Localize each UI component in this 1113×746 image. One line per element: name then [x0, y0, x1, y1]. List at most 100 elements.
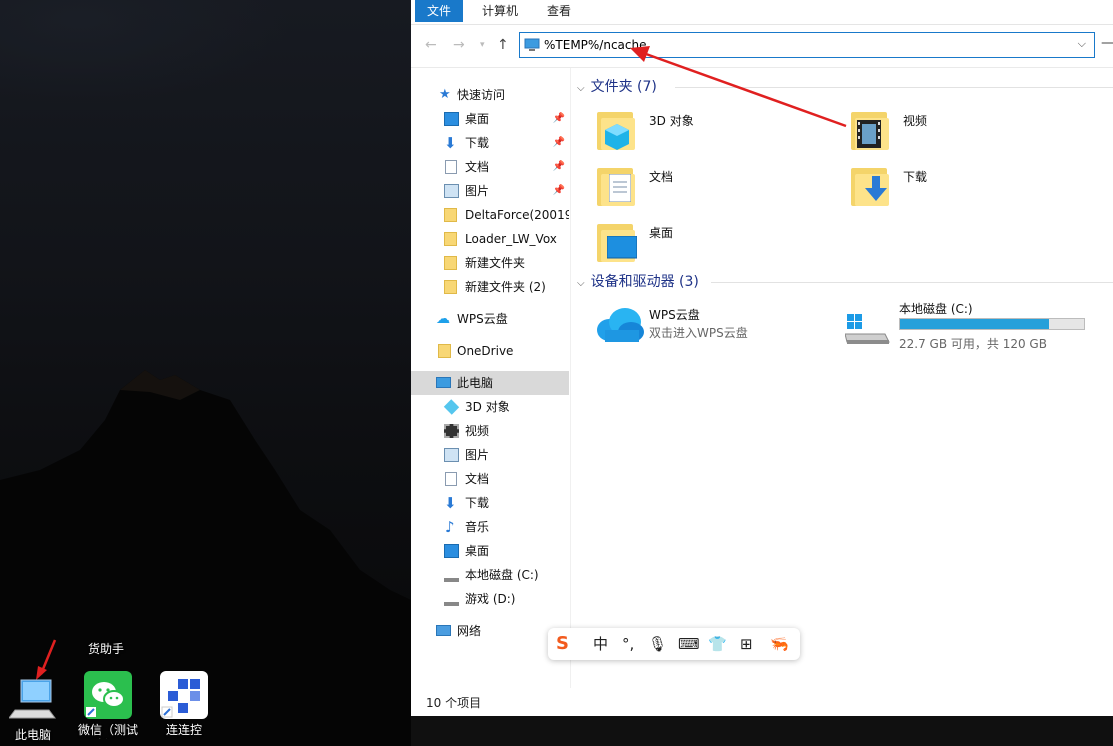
nav-network[interactable]: 网络 [411, 619, 569, 643]
lianliankong-icon [160, 671, 208, 719]
device-tile-disk-c[interactable]: 本地磁盘 (C:) 22.7 GB 可用，共 120 GB [837, 300, 1107, 351]
microphone-icon[interactable]: 🎙 [648, 634, 667, 654]
desktop-helper-text: 货助手 [88, 642, 125, 656]
nav-label: WPS云盘 [457, 312, 508, 326]
nav-onedrive[interactable]: OneDrive [411, 339, 569, 363]
nav-quick-loader[interactable]: Loader_LW_Vox [411, 227, 569, 251]
tab-computer[interactable]: 计算机 [470, 0, 530, 22]
nav-label: 音乐 [465, 520, 490, 534]
desktop-icon-label: 微信（测试版） [77, 723, 138, 739]
desktop-icon-lianliankong[interactable]: 连连控 [147, 671, 221, 738]
folder-documents-icon [597, 162, 635, 208]
folder-icon [438, 344, 451, 358]
content-pane: ⌵ 文件夹 (7) 3D 对象 视频 文档 下载 桌面 ⌵ 设备和驱动器 (3)… [571, 68, 1113, 688]
back-arrow-icon[interactable]: ← [425, 37, 437, 53]
disk-usage-bar [899, 318, 1085, 330]
taskbar [411, 716, 1113, 746]
desktop-icon-this-pc[interactable]: 此电脑 [0, 676, 70, 743]
nav-label: 3D 对象 [465, 400, 510, 414]
film-icon [444, 424, 459, 438]
tile-label: 下载 [903, 170, 928, 184]
skin-icon[interactable]: 🦐 [770, 634, 789, 654]
ime-chinese-mode[interactable]: 中 [593, 634, 608, 654]
nav-label: 桌面 [465, 112, 490, 126]
nav-label: DeltaForce(20019 [465, 208, 569, 222]
nav-pc-3d[interactable]: 3D 对象 [411, 395, 569, 419]
ime-punctuation-icon[interactable]: °, [622, 634, 634, 654]
tile-label: 视频 [903, 114, 928, 128]
pin-icon[interactable]: 📌 [553, 107, 565, 131]
tile-label: WPS云盘 [649, 308, 700, 322]
tile-label: 文档 [649, 170, 674, 184]
devices-group-header[interactable]: ⌵ 设备和驱动器 (3) [577, 271, 699, 293]
folder-icon [444, 256, 457, 270]
wps-cloud-icon [597, 308, 644, 342]
nav-label: OneDrive [457, 344, 514, 358]
nav-label: 游戏 (D:) [465, 592, 516, 606]
nav-quick-pictures[interactable]: 图片 📌 [411, 179, 569, 203]
cloud-icon: ☁ [436, 311, 450, 327]
nav-pc-music[interactable]: ♪ 音乐 [411, 515, 569, 539]
nav-pc-downloads[interactable]: ⬇ 下载 [411, 491, 569, 515]
nav-label: 新建文件夹 (2) [465, 280, 546, 294]
refresh-icon[interactable]: — [1101, 35, 1113, 51]
tab-view[interactable]: 查看 [535, 0, 583, 22]
folder-tile-downloads[interactable]: 下载 [831, 160, 1081, 210]
desktop-icon [444, 544, 459, 558]
nav-label: 视频 [465, 424, 490, 438]
windows-drive-icon [845, 314, 890, 344]
nav-label: 图片 [465, 184, 490, 198]
nav-quick-deltaforce[interactable]: DeltaForce(20019 [411, 203, 569, 227]
nav-pc-videos[interactable]: 视频 [411, 419, 569, 443]
navigation-pane: ★ 快速访问 桌面 📌 ⬇ 下载 📌 文档 📌 图片 📌 DeltaForce(… [411, 68, 569, 688]
group-title: 设备和驱动器 (3) [590, 274, 699, 290]
folder-tile-documents[interactable]: 文档 [577, 160, 827, 210]
up-arrow-icon[interactable]: ↑ [497, 37, 509, 53]
nav-pc-documents[interactable]: 文档 [411, 467, 569, 491]
download-arrow-icon: ⬇ [444, 494, 457, 512]
device-tile-wps[interactable]: WPS云盘 双击进入WPS云盘 [577, 302, 827, 352]
music-note-icon: ♪ [445, 518, 455, 536]
nav-label: 快速访问 [457, 88, 506, 102]
folder-tile-desktop[interactable]: 桌面 [577, 216, 827, 266]
pin-icon[interactable]: 📌 [553, 131, 565, 155]
folder-icon [444, 208, 457, 222]
folder-icon [444, 232, 457, 246]
tile-label: 桌面 [649, 226, 674, 240]
nav-quick-downloads[interactable]: ⬇ 下载 📌 [411, 131, 569, 155]
pin-icon[interactable]: 📌 [553, 155, 565, 179]
disk-usage-fill [900, 319, 1050, 329]
nav-pc-desktop[interactable]: 桌面 [411, 539, 569, 563]
folder-icon [444, 280, 457, 294]
nav-quick-desktop[interactable]: 桌面 📌 [411, 107, 569, 131]
nav-quick-newfolder-2[interactable]: 新建文件夹 (2) [411, 275, 569, 299]
desktop-icon-label: 连连控 [165, 723, 202, 737]
sogou-logo-icon[interactable]: S [556, 634, 569, 654]
nav-this-pc[interactable]: 此电脑 [411, 371, 569, 395]
chevron-down-icon[interactable]: ⌵ [1078, 37, 1086, 51]
forward-arrow-icon[interactable]: → [453, 37, 465, 53]
keyboard-icon[interactable]: ⌨ [678, 634, 700, 654]
drive-icon [444, 592, 459, 606]
nav-label: 下载 [465, 496, 490, 510]
wechat-icon [84, 671, 132, 719]
nav-quick-documents[interactable]: 文档 📌 [411, 155, 569, 179]
nav-pc-disk-d[interactable]: 游戏 (D:) [411, 587, 569, 611]
nav-label: 新建文件夹 [465, 256, 526, 270]
shirt-icon[interactable]: 👕 [708, 634, 727, 654]
nav-pc-disk-c[interactable]: 本地磁盘 (C:) [411, 563, 569, 587]
nav-pc-pictures[interactable]: 图片 [411, 443, 569, 467]
pin-icon[interactable]: 📌 [553, 179, 565, 203]
grid-icon[interactable]: ⊞ [740, 634, 753, 654]
desktop-icon-wechat[interactable]: 微信（测试版） [71, 671, 145, 739]
nav-wps-cloud[interactable]: ☁ WPS云盘 [411, 307, 569, 331]
divider [711, 282, 1113, 283]
recent-chevron-icon[interactable]: ▾ [480, 40, 485, 50]
ime-toolbar: S 中 °, 🎙 ⌨ 👕 ⊞ 🦐 [548, 628, 800, 660]
nav-quick-access[interactable]: ★ 快速访问 [411, 83, 569, 107]
folder-tile-videos[interactable]: 视频 [831, 104, 1081, 154]
tab-file[interactable]: 文件 [415, 0, 464, 22]
nav-label: 本地磁盘 (C:) [465, 568, 539, 582]
nav-quick-newfolder[interactable]: 新建文件夹 [411, 251, 569, 275]
ribbon-tabs: 文件 计算机 查看 [411, 0, 1113, 25]
